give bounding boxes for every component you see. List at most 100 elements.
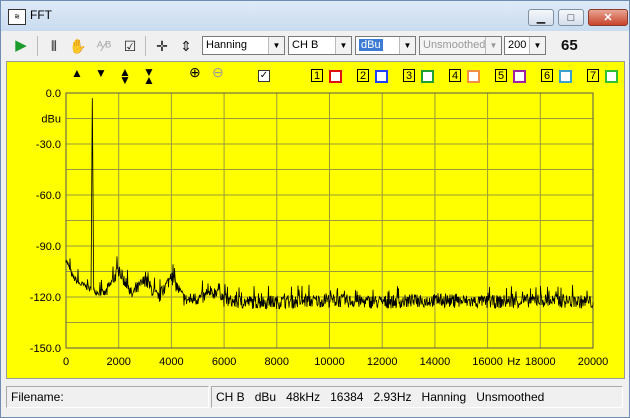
ab-icon: ᴬ⁄ᴮ <box>96 38 112 54</box>
unit-select[interactable]: dBu ▼ <box>355 36 416 55</box>
ab-compare-button[interactable]: ᴬ⁄ᴮ <box>93 35 115 57</box>
hand-icon: ✋ <box>69 38 87 54</box>
fft-chart[interactable]: 0.0 -30.0 -60.0 -90.0 -120.0 -150.0 dBu 0 2000 40… <box>7 62 624 378</box>
channel-select[interactable]: CH B ▼ <box>288 36 352 55</box>
average-count: 65 <box>561 37 578 54</box>
trace-6-checkbox[interactable] <box>559 70 572 83</box>
plot-area: 0.0 -30.0 -60.0 -90.0 -120.0 -150.0 dBu 0 2000 40… <box>6 61 625 379</box>
x-axis-label: Hz <box>507 356 520 368</box>
play-icon: ▶ <box>15 37 27 54</box>
trace-1-checkbox[interactable] <box>329 70 342 83</box>
window-function-select[interactable]: Hanning ▼ <box>202 36 285 55</box>
x-tick-label: 18000 <box>525 356 556 368</box>
zoom-in-icon: ⊕ <box>189 64 201 80</box>
average-select-value: 200 <box>508 39 527 51</box>
window-title: FFT <box>30 8 52 22</box>
compress-scale-button[interactable]: ▼ ▲ <box>143 65 155 87</box>
maximize-icon: □ <box>567 12 575 24</box>
trace-3-label[interactable]: 3 <box>403 69 415 82</box>
chevron-down-icon[interactable]: ▼ <box>268 37 284 54</box>
chevron-down-icon[interactable]: ▼ <box>529 37 545 54</box>
close-button[interactable]: ✕ <box>588 9 628 26</box>
fft-app-icon: ≋ <box>8 9 26 25</box>
x-tick-label: 12000 <box>367 356 398 368</box>
status-unit: dBu <box>254 390 277 404</box>
unit-value: dBu <box>359 39 383 51</box>
minimize-icon: ▁ <box>536 12 546 24</box>
crosshair-button[interactable]: ✛ <box>151 35 173 57</box>
x-tick-label: 2000 <box>106 356 130 368</box>
y-tick-label: -30.0 <box>36 139 61 151</box>
y-tick-label: -60.0 <box>36 190 61 202</box>
maximize-button[interactable]: □ <box>558 9 584 26</box>
y-tick-label: -150.0 <box>30 343 61 355</box>
checklist-icon: ☑ <box>123 38 137 54</box>
toolbar-separator <box>37 36 38 56</box>
expand-vertical-icon: ⇕ <box>180 38 192 54</box>
spectrum-icon: ⫴ <box>51 38 57 54</box>
window-function-value: Hanning <box>206 39 247 51</box>
status-smoothing: Unsmoothed <box>476 390 545 404</box>
trace-5-label[interactable]: 5 <box>495 69 507 82</box>
title-bar[interactable]: ≋ FFT ▁ □ ✕ <box>1 1 629 31</box>
smoothing-select[interactable]: Unsmoothed ▼ <box>419 36 502 55</box>
smoothing-value: Unsmoothed <box>423 39 486 51</box>
expand-icon: ▲ ▼ <box>119 65 131 87</box>
expand-scale-button[interactable]: ▲ ▼ <box>119 65 131 87</box>
checklist-button[interactable]: ☑ <box>119 35 141 57</box>
status-bar: Filename: CH B dBu 48kHz 16384 2.93Hz Ha… <box>6 383 625 413</box>
status-filename: Filename: <box>6 386 209 408</box>
trace-1-label[interactable]: 1 <box>311 69 323 82</box>
x-tick-label: 20000 <box>578 356 609 368</box>
y-tick-label: -90.0 <box>36 241 61 253</box>
chevron-down-icon[interactable]: ▼ <box>335 37 351 54</box>
chevron-down-icon[interactable]: ▼ <box>485 37 501 54</box>
scroll-up-button[interactable]: ▲ <box>71 66 83 80</box>
trace-6-label[interactable]: 6 <box>541 69 553 82</box>
trace-4-checkbox[interactable] <box>467 70 480 83</box>
status-info: CH B dBu 48kHz 16384 2.93Hz Hanning Unsm… <box>211 386 623 408</box>
zoom-out-icon: ⊖ <box>212 64 224 80</box>
zoom-fit-button[interactable]: ⇕ <box>175 35 197 57</box>
x-tick-label: 0 <box>63 356 69 368</box>
triangle-up-icon: ▲ <box>71 66 83 80</box>
y-axis-label: dBu <box>41 114 61 126</box>
spectrum-button[interactable]: ⫴ <box>43 35 65 57</box>
trace-5-checkbox[interactable] <box>513 70 526 83</box>
trace-7-label[interactable]: 7 <box>587 69 599 82</box>
scroll-down-button[interactable]: ▼ <box>95 66 107 80</box>
hand-tool-button[interactable]: ✋ <box>67 35 89 57</box>
x-tick-label: 6000 <box>212 356 236 368</box>
chevron-down-icon[interactable]: ▼ <box>399 37 415 54</box>
status-window: Hanning <box>421 390 467 404</box>
hold-checkbox[interactable]: ✓ <box>258 70 270 82</box>
fft-window: ≋ FFT ▁ □ ✕ ▶ ⫴ ✋ ᴬ⁄ᴮ ☑ ✛ ⇕ Hanning ▼ CH… <box>0 0 630 418</box>
status-channel: CH B <box>216 390 245 404</box>
minimize-button[interactable]: ▁ <box>528 9 554 26</box>
toolbar: ▶ ⫴ ✋ ᴬ⁄ᴮ ☑ ✛ ⇕ Hanning ▼ CH B ▼ dBu ▼ U… <box>5 32 627 59</box>
status-fft-size: 16384 <box>330 390 364 404</box>
y-tick-label: -120.0 <box>30 292 61 304</box>
trace-7-checkbox[interactable] <box>605 70 618 83</box>
triangle-down-icon: ▼ <box>95 66 107 80</box>
x-tick-label: 16000 <box>472 356 503 368</box>
y-tick-label: 0.0 <box>46 88 61 100</box>
x-tick-label: 4000 <box>159 356 183 368</box>
trace-3-checkbox[interactable] <box>421 70 434 83</box>
status-sample-rate: 48kHz <box>286 390 321 404</box>
x-tick-label: 10000 <box>314 356 345 368</box>
zoom-out-button[interactable]: ⊖ <box>212 64 224 81</box>
trace-2-label[interactable]: 2 <box>357 69 369 82</box>
zoom-in-button[interactable]: ⊕ <box>189 64 201 81</box>
run-button[interactable]: ▶ <box>10 35 32 57</box>
trace-4-label[interactable]: 4 <box>449 69 461 82</box>
checkmark-icon: ✓ <box>259 70 269 81</box>
toolbar-separator <box>145 36 146 56</box>
status-resolution: 2.93Hz <box>373 390 412 404</box>
average-select[interactable]: 200 ▼ <box>504 36 546 55</box>
close-icon: ✕ <box>603 12 613 24</box>
channel-value: CH B <box>292 39 319 51</box>
x-tick-label: 14000 <box>420 356 451 368</box>
compress-icon: ▼ ▲ <box>143 65 155 87</box>
trace-2-checkbox[interactable] <box>375 70 388 83</box>
